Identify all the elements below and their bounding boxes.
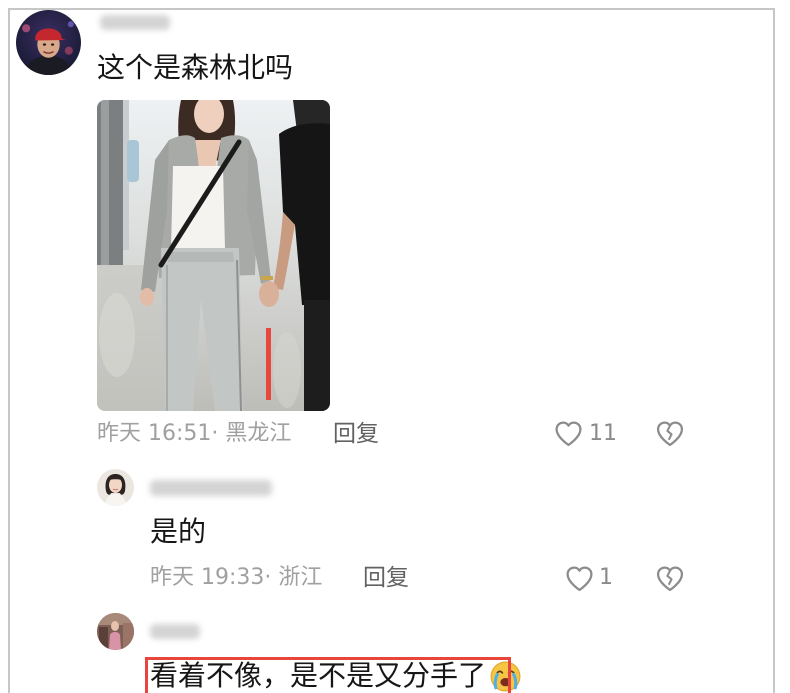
like-count: 11 [589, 421, 617, 446]
reply1-timestamp-location: 昨天 19:33· 浙江 [150, 565, 323, 590]
broken-heart-icon[interactable] [655, 565, 685, 592]
comment-timestamp-location: 昨天 16:51· 黑龙江 [97, 421, 292, 446]
reply1-username-blurred[interactable] [150, 480, 272, 496]
reply1-text: 是的 [150, 515, 207, 548]
reply2-avatar[interactable] [97, 613, 134, 650]
reply1-like-count: 1 [599, 565, 613, 590]
commenter-avatar[interactable] [16, 10, 81, 75]
reply-button[interactable]: 回复 [333, 420, 379, 448]
broken-heart-icon[interactable] [655, 420, 685, 447]
reply1-reply-button[interactable]: 回复 [363, 564, 409, 592]
commenter-username-blurred[interactable] [100, 15, 170, 30]
heart-outline-icon[interactable] [565, 565, 594, 592]
reply2-username-blurred[interactable] [150, 624, 200, 639]
heart-outline-icon[interactable] [554, 420, 583, 447]
comment-text: 这个是森林北吗 [97, 51, 294, 84]
crying-face-emoji-icon [489, 660, 522, 693]
reply1-avatar[interactable] [97, 469, 134, 506]
comment-photo[interactable] [97, 100, 330, 411]
reply2-text: 看着不像，是不是又分手了 [150, 659, 487, 692]
